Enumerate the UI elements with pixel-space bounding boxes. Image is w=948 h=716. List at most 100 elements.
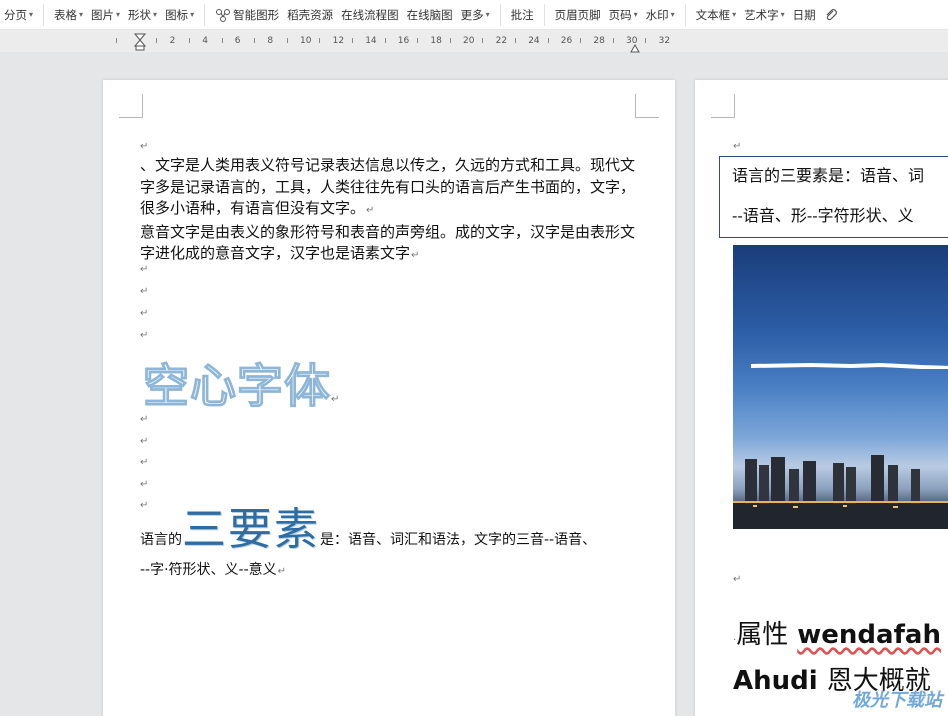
- ruler-number: 32: [658, 36, 671, 46]
- toolbar-item-12[interactable]: 页码 ▾: [605, 0, 642, 29]
- ruler-tick: [547, 38, 549, 43]
- ruler-number: 20: [463, 36, 475, 46]
- chevron-down-icon: ▾: [780, 10, 785, 19]
- paragraph-mark: ↵: [140, 264, 149, 275]
- toolbar-separator: [499, 3, 501, 26]
- chevron-down-icon: ▾: [633, 10, 638, 19]
- property-line-1[interactable]: ·属性 wendafah: [733, 614, 941, 651]
- toolbar-separator: [684, 3, 686, 26]
- three-line-suffix: 是：语音、词汇和语法，文字的三音--语音、: [320, 532, 597, 548]
- paragraph-mark: ↵: [140, 436, 149, 447]
- toolbar-item-label: 形状: [128, 7, 152, 22]
- toolbar-item-5[interactable]: 智能图形: [211, 0, 283, 29]
- city-skyline: [733, 455, 948, 529]
- toolbar-item-8[interactable]: 在线脑图: [403, 0, 457, 29]
- toolbar-item-16[interactable]: 日期: [789, 0, 820, 29]
- ruler-tick: [449, 38, 451, 43]
- ruler-tick: [188, 38, 190, 43]
- toolbar-item-label: 日期: [792, 7, 816, 22]
- city-night-photo[interactable]: [733, 245, 948, 529]
- toolbar-item-label: 表格: [54, 7, 78, 22]
- light-streak: [751, 363, 948, 369]
- text-box-line-2: --语音、形--字符形状、义: [732, 205, 914, 227]
- text-box-line-1: 语言的三要素是：语音、词: [732, 165, 924, 187]
- indent-marker-left[interactable]: [133, 33, 147, 55]
- ruler-tick: [319, 38, 321, 43]
- ruler-tick: [156, 38, 158, 43]
- text-box-text: 语言的三要素是：语音、词: [732, 166, 925, 185]
- toolbar-item-9[interactable]: 更多 ▾: [457, 0, 494, 29]
- paragraph-mark: ↵: [140, 330, 149, 341]
- margin-corner-top-left: [711, 94, 735, 118]
- paragraph-mark: ↵: [140, 500, 149, 511]
- toolbar-item-label: 页眉页脚: [554, 7, 601, 22]
- ruler-tick: [116, 38, 117, 43]
- ruler-number: 18: [430, 36, 442, 46]
- paragraph-text: 、文字是人类用表义符号记录表达信息以传之，久远的方式和工具。现代文字多是记录语言…: [140, 156, 636, 217]
- paragraph-mark: ↵: [140, 479, 149, 490]
- margin-corner-top-left: [119, 94, 143, 118]
- toolbar-item-label: 在线流程图: [341, 7, 399, 22]
- toolbar-item-15[interactable]: 艺术字 ▾: [740, 0, 789, 29]
- ruler-number: 8: [267, 36, 274, 46]
- chevron-down-icon: ▾: [153, 10, 158, 19]
- paragraph-mark: ↵: [140, 286, 149, 297]
- paragraph-mark: ↵: [331, 394, 341, 405]
- ruler-tick: [384, 38, 386, 43]
- toolbar-item-6[interactable]: 稻壳资源: [283, 0, 337, 29]
- paragraph-mark: ↵: [411, 250, 420, 261]
- ruler-number: 12: [332, 36, 345, 46]
- toolbar-item-1[interactable]: 表格 ▾: [50, 0, 87, 29]
- paragraph-mark: ↵: [140, 141, 149, 152]
- toolbar-item-13[interactable]: 水印 ▾: [642, 0, 679, 29]
- hollow-font-text: 空心字体: [142, 358, 331, 413]
- paperclip-icon[interactable]: [820, 0, 842, 29]
- ruler-number: 4: [202, 36, 208, 46]
- body-paragraph-1[interactable]: 、文字是人类用表义符号记录表达信息以传之，久远的方式和工具。现代文字多是记录语言…: [140, 155, 640, 267]
- ruler-number: 2: [169, 36, 176, 46]
- toolbar-item-4[interactable]: 图标 ▾: [161, 0, 198, 29]
- toolbar-item-10[interactable]: 批注: [507, 0, 538, 29]
- ruler-tick: [482, 38, 484, 43]
- ruler-tick: [286, 38, 288, 43]
- ruler-number: 30: [626, 36, 638, 46]
- hollow-font-title[interactable]: 空心字体↵: [142, 350, 341, 416]
- three-line-prefix: 语言的: [140, 532, 182, 548]
- toolbar-separator: [43, 3, 45, 26]
- ruler-number: 24: [528, 36, 540, 46]
- ruler-tick: [612, 38, 614, 43]
- three-elements-paragraph[interactable]: 语言的三要素是：语音、词汇和语法，文字的三音--语音、 --字·符形状、义--意…: [140, 508, 660, 587]
- ruler-number: 16: [397, 36, 410, 46]
- paragraph-mark: ↵: [140, 308, 149, 319]
- paragraph-mark: ↵: [733, 141, 742, 152]
- ruler-number: 28: [593, 36, 605, 46]
- text-box[interactable]: 语言的三要素是：语音、词 --语音、形--字符形状、义: [719, 156, 948, 238]
- toolbar-item-14[interactable]: 文本框 ▾: [692, 0, 741, 29]
- toolbar-item-label: 批注: [510, 7, 534, 22]
- horizontal-ruler[interactable]: 2 4 6 8 10 12 14 16 18 20 22 24 26 28 30 32: [0, 30, 948, 55]
- ruler-tick: [645, 38, 647, 43]
- chevron-down-icon: ▾: [29, 10, 34, 19]
- ruler-tick: [580, 38, 582, 43]
- toolbar-item-label: 艺术字: [744, 7, 779, 22]
- toolbar-item-label: 在线脑图: [406, 7, 453, 22]
- site-watermark: 极光下载站: [852, 690, 942, 711]
- paragraph-text: 意音文字是由表义的象形符号和表音的声旁组。成的文字，汉字是由表形文字进化成的意音…: [140, 222, 636, 263]
- chevron-down-icon: ▾: [190, 10, 195, 19]
- toolbar-item-label: 文本框: [695, 7, 731, 22]
- toolbar-item-2[interactable]: 图片 ▾: [87, 0, 124, 29]
- toolbar-item-3[interactable]: 形状 ▾: [124, 0, 161, 29]
- art-text-three-elements[interactable]: 三要素: [182, 504, 320, 555]
- chevron-down-icon: ▾: [116, 10, 121, 19]
- ruler-number: 22: [495, 36, 508, 46]
- margin-corner-top-right: [635, 94, 659, 118]
- ruler-number: 10: [300, 36, 312, 46]
- toolbar-item-0[interactable]: 分页 ▾: [0, 0, 37, 29]
- toolbar-item-11[interactable]: 页眉页脚: [551, 0, 605, 29]
- ruler-number: 14: [365, 36, 377, 46]
- toolbar-item-7[interactable]: 在线流程图: [337, 0, 403, 29]
- ruler-tick: [221, 38, 223, 43]
- toolbar-item-label: 图标: [165, 7, 189, 22]
- ruler-tick: [254, 38, 256, 43]
- chevron-down-icon: ▾: [485, 10, 490, 19]
